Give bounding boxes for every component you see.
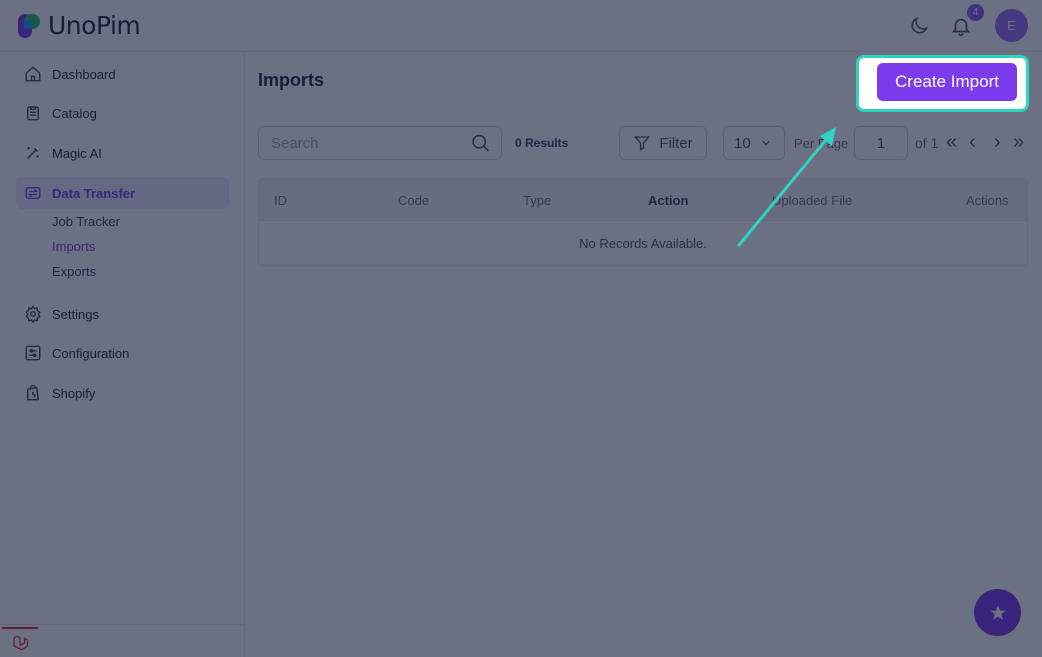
column-header-actions: Actions [966, 193, 1009, 208]
sidebar-item-label: Data Transfer [52, 185, 136, 201]
moon-icon[interactable] [905, 12, 933, 40]
filter-button[interactable]: Filter [619, 126, 707, 160]
star-fab-button[interactable] [974, 589, 1021, 636]
top-header: UnoPim 4 E [0, 0, 1042, 52]
filter-label: Filter [659, 134, 693, 152]
search-input[interactable] [271, 134, 470, 152]
transfer-icon [24, 184, 42, 202]
search-icon[interactable] [470, 132, 491, 154]
page-number-input[interactable]: 1 [854, 126, 908, 160]
search-box[interactable] [258, 126, 502, 160]
sliders-icon [24, 344, 42, 362]
sidebar-subitem-job-tracker[interactable]: Job Tracker [52, 214, 120, 229]
sidebar-subitem-imports[interactable]: Imports [52, 239, 95, 254]
sidebar-item-label: Catalog [52, 105, 97, 121]
next-page-icon[interactable]: › [994, 131, 1001, 153]
unopim-logo-icon [18, 13, 40, 38]
results-count: 0 Results [515, 136, 569, 150]
sidebar: Dashboard Catalog Magic AI Data Transfer… [0, 52, 245, 657]
per-page-label: Per Page [794, 136, 849, 151]
sidebar-item-label: Shopify [52, 385, 96, 401]
sidebar-item-shopify[interactable]: Shopify [16, 377, 229, 409]
sidebar-item-data-transfer[interactable]: Data Transfer [16, 177, 229, 209]
page-title: Imports [258, 70, 325, 90]
column-header-uploaded-file[interactable]: Uploaded File [772, 193, 852, 208]
home-icon [24, 65, 42, 83]
app-logo[interactable]: UnoPim [16, 11, 141, 40]
column-header-type[interactable]: Type [523, 193, 551, 208]
empty-table-message: No Records Available. [579, 236, 707, 251]
laravel-icon[interactable] [2, 627, 38, 657]
user-avatar[interactable]: E [995, 9, 1028, 42]
sidebar-item-magic-ai[interactable]: Magic AI [16, 137, 229, 169]
sidebar-item-dashboard[interactable]: Dashboard [16, 58, 229, 90]
imports-table: ID Code Type Action Uploaded File Action… [258, 178, 1028, 266]
clipboard-icon [24, 104, 42, 122]
sidebar-item-label: Magic AI [52, 145, 102, 161]
last-page-icon[interactable]: » [1013, 131, 1024, 153]
previous-page-icon[interactable]: ‹ [969, 131, 976, 153]
sidebar-item-label: Settings [52, 306, 99, 322]
star-icon [990, 605, 1005, 620]
sidebar-subitem-exports[interactable]: Exports [52, 264, 96, 279]
column-header-code[interactable]: Code [398, 193, 429, 208]
column-header-action[interactable]: Action [648, 193, 688, 208]
first-page-icon[interactable]: « [946, 131, 957, 153]
sidebar-item-catalog[interactable]: Catalog [16, 97, 229, 129]
magic-wand-icon [24, 144, 42, 162]
sidebar-item-configuration[interactable]: Configuration [16, 337, 229, 369]
bell-icon[interactable]: 4 [947, 3, 984, 40]
total-pages-label: of 1 [915, 135, 939, 151]
filter-icon [634, 136, 651, 151]
sidebar-item-settings[interactable]: Settings [16, 298, 229, 330]
sidebar-item-label: Configuration [52, 345, 130, 361]
table-header: ID Code Type Action Uploaded File Action… [259, 179, 1027, 221]
shopify-bag-icon [24, 384, 42, 402]
sidebar-item-label: Dashboard [52, 66, 116, 82]
create-import-button[interactable]: Create Import [877, 63, 1017, 101]
sidebar-footer [0, 624, 245, 657]
gear-icon [24, 305, 42, 323]
notification-count-badge: 4 [967, 3, 984, 21]
per-page-select[interactable]: 10 [723, 126, 785, 160]
chevron-down-icon [762, 141, 770, 146]
column-header-id[interactable]: ID [274, 193, 287, 208]
app-name: UnoPim [48, 11, 141, 40]
per-page-value: 10 [734, 134, 751, 152]
